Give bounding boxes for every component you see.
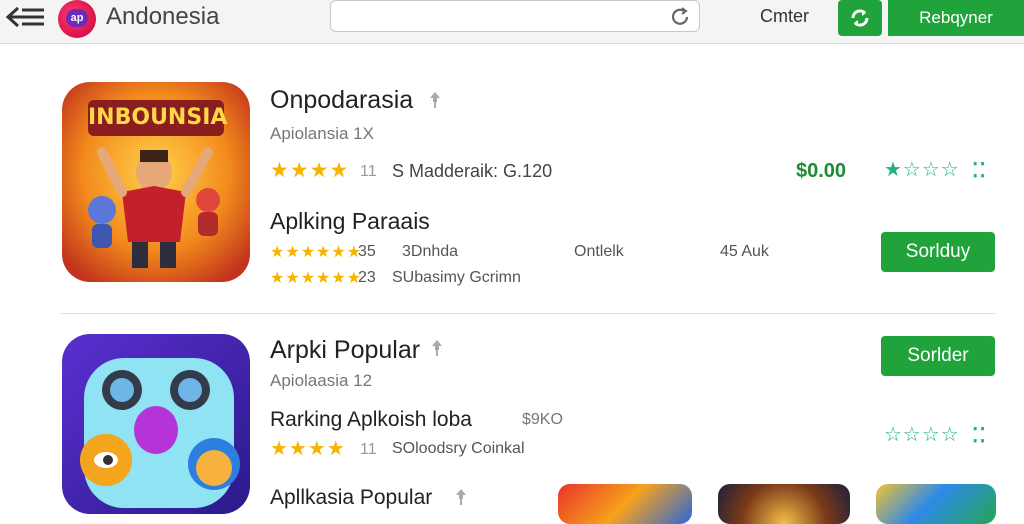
rating-stars-outline: ☆☆☆☆ — [884, 424, 960, 446]
stat-value: 3Dnhda — [402, 243, 459, 260]
divider — [60, 313, 996, 314]
app-thumbnail[interactable] — [876, 484, 996, 524]
app-icon-social[interactable] — [62, 334, 250, 514]
top-bar: ap Andonesia Cmter Rebqyner — [0, 0, 1024, 44]
sync-button[interactable] — [838, 0, 882, 36]
stat-value: 45 Auk — [720, 243, 769, 260]
price: $0.00 — [796, 160, 847, 182]
stat-value: 35 — [358, 243, 376, 260]
refresh-icon[interactable] — [669, 6, 691, 28]
stat-value: SUbasimy Gcrimn — [392, 269, 521, 286]
app-icon-title: INBOUNSIA — [88, 105, 228, 130]
center-link[interactable]: Cmter — [760, 6, 809, 27]
rating-line: SOloodsry Coinkal — [392, 440, 525, 457]
app-thumbnail[interactable] — [558, 484, 692, 524]
rating-stars: ★★★★★★ — [270, 244, 363, 261]
primary-action-button[interactable]: Rebqyner — [888, 0, 1024, 36]
app-thumbnail[interactable] — [718, 484, 850, 524]
app-title: Andonesia — [106, 3, 220, 30]
logo-text: ap — [66, 9, 88, 27]
app-title-3[interactable]: Arpki Popular — [270, 336, 420, 365]
pin-icon[interactable] — [428, 92, 442, 108]
action-button[interactable]: Sorlduy — [881, 232, 995, 272]
app-title-4[interactable]: Rarking Aplkoish loba — [270, 408, 472, 432]
action-button[interactable]: Sorlder — [881, 336, 995, 376]
app-title-2[interactable]: Aplking Paraais — [270, 208, 430, 235]
pin-icon[interactable] — [454, 489, 468, 505]
search-input[interactable] — [339, 2, 659, 30]
rating-stars: ★★★★ — [270, 438, 346, 460]
rating-stars-outline: ★☆☆☆ — [884, 159, 960, 181]
app-category-1: Apiolansia 1X — [270, 124, 374, 143]
back-arrow-icon[interactable] — [4, 4, 48, 30]
more-icon[interactable]: ⁚⁚ — [972, 158, 987, 183]
rating-stars: ★★★★★★ — [270, 270, 363, 287]
stat-value: Ontlelk — [574, 243, 624, 260]
price: $9KO — [522, 411, 563, 428]
rating-count: 11 — [360, 163, 377, 180]
more-icon[interactable]: ⁚⁚ — [972, 423, 987, 448]
app-title-5[interactable]: Apllkasia Popular — [270, 486, 432, 510]
rating-line: S Madderaik: G.120 — [392, 161, 553, 181]
app-title-1[interactable]: Onpodarasia — [270, 86, 413, 115]
rating-count: 11 — [360, 441, 377, 458]
rating-stars: ★★★★ — [270, 159, 350, 182]
stat-value: 23 — [358, 269, 376, 286]
pin-icon[interactable] — [430, 340, 444, 356]
app-category-3: Apiolaasia 12 — [270, 371, 373, 390]
logo-icon: ap — [58, 0, 96, 38]
app-icon-game[interactable]: INBOUNSIA — [62, 82, 250, 282]
search-box[interactable] — [330, 0, 700, 32]
sync-icon — [851, 9, 869, 27]
